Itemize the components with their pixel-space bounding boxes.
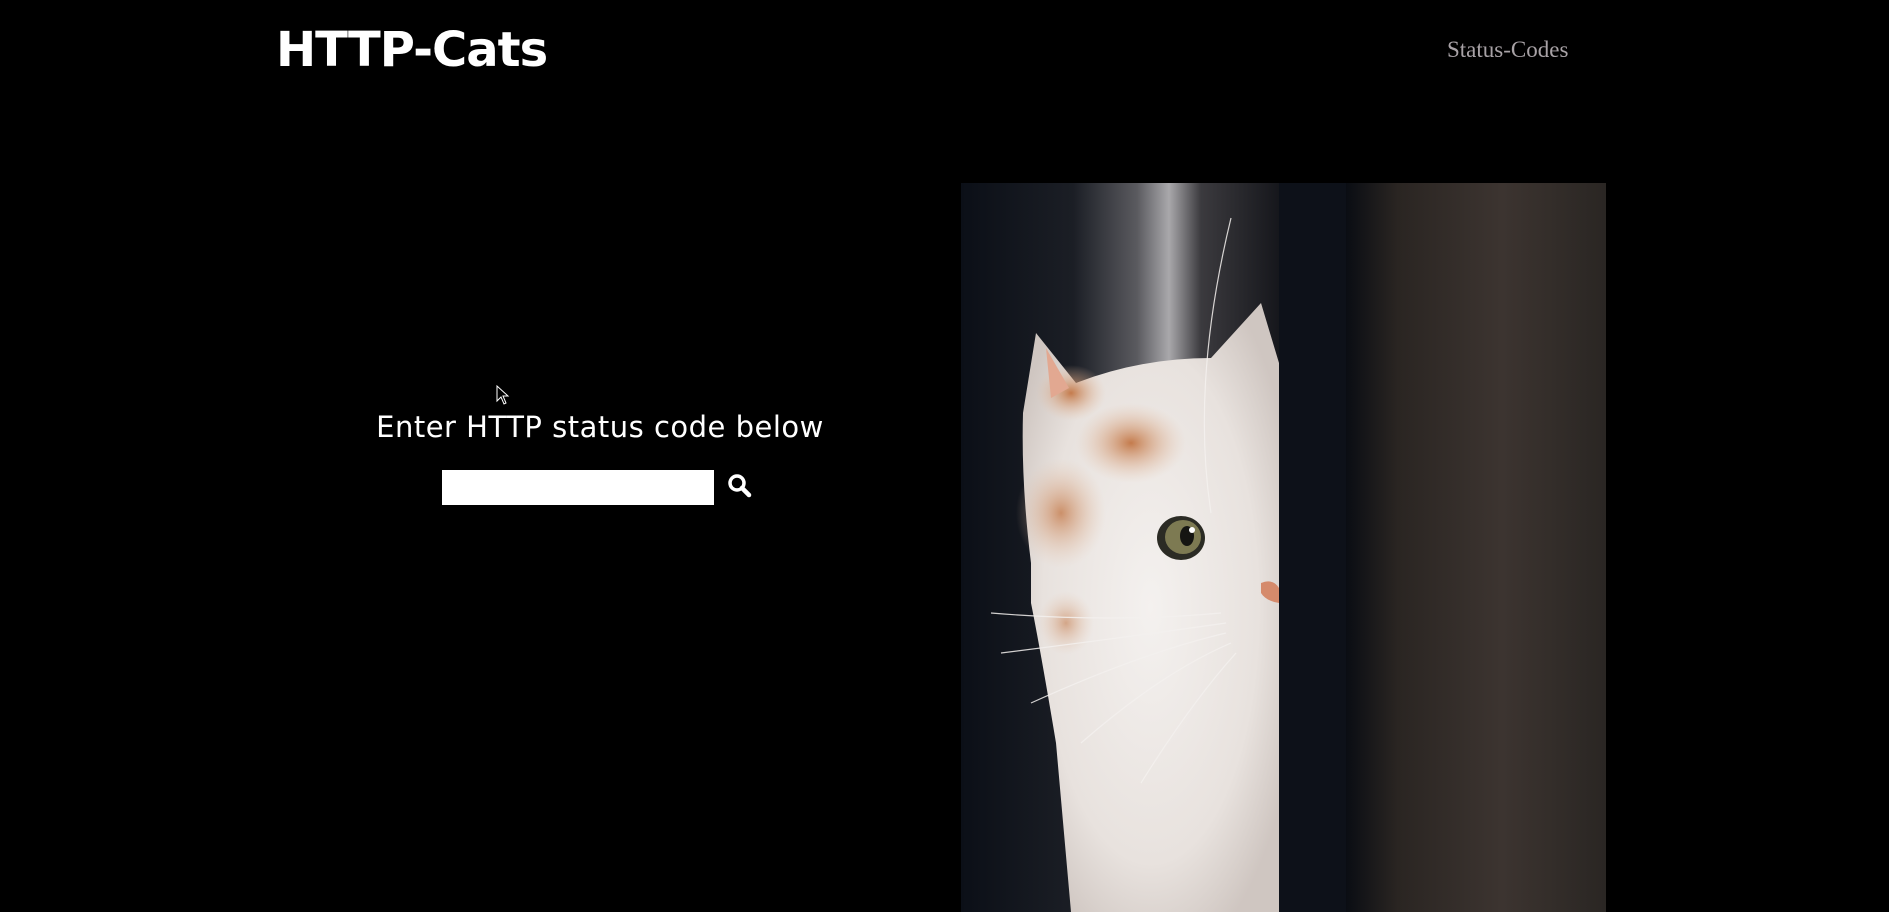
- search-icon: [728, 474, 752, 498]
- status-code-input[interactable]: [442, 470, 714, 505]
- search-button[interactable]: [722, 468, 758, 504]
- mouse-cursor: [496, 385, 510, 405]
- nav-link-status-codes[interactable]: Status-Codes: [1447, 34, 1568, 66]
- search-form: [442, 466, 762, 506]
- search-section: Enter HTTP status code below: [300, 405, 900, 505]
- site-title[interactable]: HTTP-Cats: [276, 18, 548, 82]
- search-heading: Enter HTTP status code below: [376, 410, 824, 444]
- cat-photo: [961, 183, 1606, 912]
